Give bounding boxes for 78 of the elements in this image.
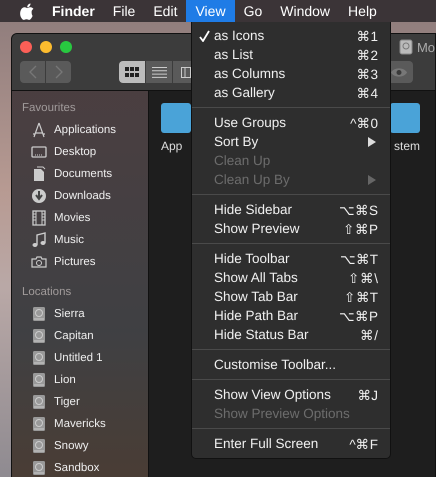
sidebar-item[interactable]: Movies xyxy=(54,212,90,224)
submenu-arrow-icon xyxy=(368,136,376,146)
sidebar-item[interactable]: Mavericks xyxy=(54,418,106,430)
sidebar-item[interactable]: Untitled 1 xyxy=(54,352,103,364)
apple-logo-icon[interactable] xyxy=(20,2,34,20)
shortcut-label: ⌘4 xyxy=(356,84,378,100)
menu-item[interactable]: as Icons ⌘1 xyxy=(192,26,390,45)
menu-item[interactable]: as List ⌘2 xyxy=(192,45,390,64)
menu-bar-item[interactable]: Go xyxy=(234,0,272,22)
menu-bar-item[interactable]: View xyxy=(186,0,235,22)
menu-item[interactable]: Show View Options ⌘J xyxy=(192,385,390,404)
monitor-icon xyxy=(31,144,47,160)
sidebar-item[interactable]: Lion xyxy=(54,374,76,386)
shortcut-label: ⌥⌘T xyxy=(340,250,378,266)
sidebar-item[interactable]: Pictures xyxy=(54,256,96,268)
sidebar-item[interactable]: Music xyxy=(54,234,84,246)
menu-item[interactable]: as Columns ⌘3 xyxy=(192,64,390,83)
sidebar-item[interactable]: Sandbox xyxy=(54,462,100,474)
shortcut-label: ⌘1 xyxy=(356,28,378,44)
sidebar-item[interactable]: Documents xyxy=(54,168,112,180)
camera-icon xyxy=(31,254,47,270)
music-note-icon xyxy=(31,232,47,248)
shortcut-label: ⇧⌘T xyxy=(344,288,378,304)
submenu-arrow-icon xyxy=(368,174,376,184)
sidebar-item[interactable]: Capitan xyxy=(54,330,94,342)
sidebar-item[interactable]: Tiger xyxy=(54,396,80,408)
menu-bar-item[interactable]: Window xyxy=(271,0,340,22)
sidebar-item[interactable]: Downloads xyxy=(54,190,111,202)
folder-icon[interactable] xyxy=(390,103,420,133)
file-label[interactable]: stem xyxy=(394,139,420,153)
menu-bar-item[interactable]: Edit xyxy=(144,0,186,22)
menu-bar-item[interactable]: File xyxy=(104,0,144,22)
checkmark-icon xyxy=(198,30,210,42)
menu-bar-item[interactable]: Help xyxy=(339,0,386,22)
menu-item[interactable]: Customise Toolbar... xyxy=(192,355,390,374)
shortcut-label: ⌘J xyxy=(357,386,378,402)
download-icon xyxy=(31,188,47,204)
compass-icon xyxy=(31,122,47,138)
list-icon xyxy=(152,66,166,78)
sidebar-item[interactable]: Desktop xyxy=(54,146,96,158)
document-icon xyxy=(31,166,47,182)
app-name[interactable]: Finder xyxy=(52,3,95,19)
shortcut-label: ⇧⌘\ xyxy=(348,270,378,286)
file-label[interactable]: App xyxy=(161,139,182,153)
sidebar-item[interactable]: Sierra xyxy=(54,308,85,320)
shortcut-label: ⌘3 xyxy=(356,66,378,82)
menu-item[interactable]: Show All Tabs ⇧⌘\ xyxy=(192,268,390,287)
menu-item[interactable]: Hide Toolbar ⌥⌘T xyxy=(192,249,390,268)
menu-item[interactable]: as Gallery ⌘4 xyxy=(192,83,390,102)
menu-item[interactable]: Hide Path Bar ⌥⌘P xyxy=(192,306,390,325)
shortcut-label: ⇧⌘P xyxy=(342,220,378,236)
sidebar-item[interactable]: Snowy xyxy=(54,440,89,452)
zoom-button[interactable] xyxy=(60,41,72,53)
menu-item[interactable]: Show Preview ⇧⌘P xyxy=(192,219,390,238)
film-strip-icon xyxy=(31,210,47,226)
shortcut-label: ^⌘F xyxy=(349,436,378,452)
shortcut-label: ^⌘0 xyxy=(350,114,378,130)
window-title: Mo xyxy=(416,40,435,54)
menu-item[interactable]: Hide Status Bar ⌘/ xyxy=(192,325,390,344)
columns-icon xyxy=(181,66,191,78)
shortcut-label: ⌘/ xyxy=(360,326,378,342)
menu-item[interactable]: Hide Sidebar ⌥⌘S xyxy=(192,200,390,219)
shortcut-label: ⌘2 xyxy=(356,46,378,62)
grid-icon xyxy=(125,67,139,77)
section-header: Locations xyxy=(22,286,72,300)
section-header: Favourites xyxy=(22,102,77,116)
shortcut-label: ⌥⌘P xyxy=(338,308,378,324)
close-button[interactable] xyxy=(20,41,32,53)
menu-item[interactable]: Enter Full Screen ^⌘F xyxy=(192,434,390,453)
menu-item[interactable]: Show Tab Bar ⇧⌘T xyxy=(192,287,390,306)
menu-item[interactable]: Use Groups ^⌘0 xyxy=(192,113,390,132)
view-mode-button[interactable] xyxy=(119,61,145,83)
menu-item[interactable]: Sort By xyxy=(192,132,390,151)
chevron-right-icon xyxy=(54,65,62,79)
shortcut-label: ⌥⌘S xyxy=(338,202,378,218)
sidebar-item[interactable]: Applications xyxy=(54,124,116,136)
chevron-left-icon xyxy=(28,65,36,79)
minimize-button[interactable] xyxy=(40,41,52,53)
